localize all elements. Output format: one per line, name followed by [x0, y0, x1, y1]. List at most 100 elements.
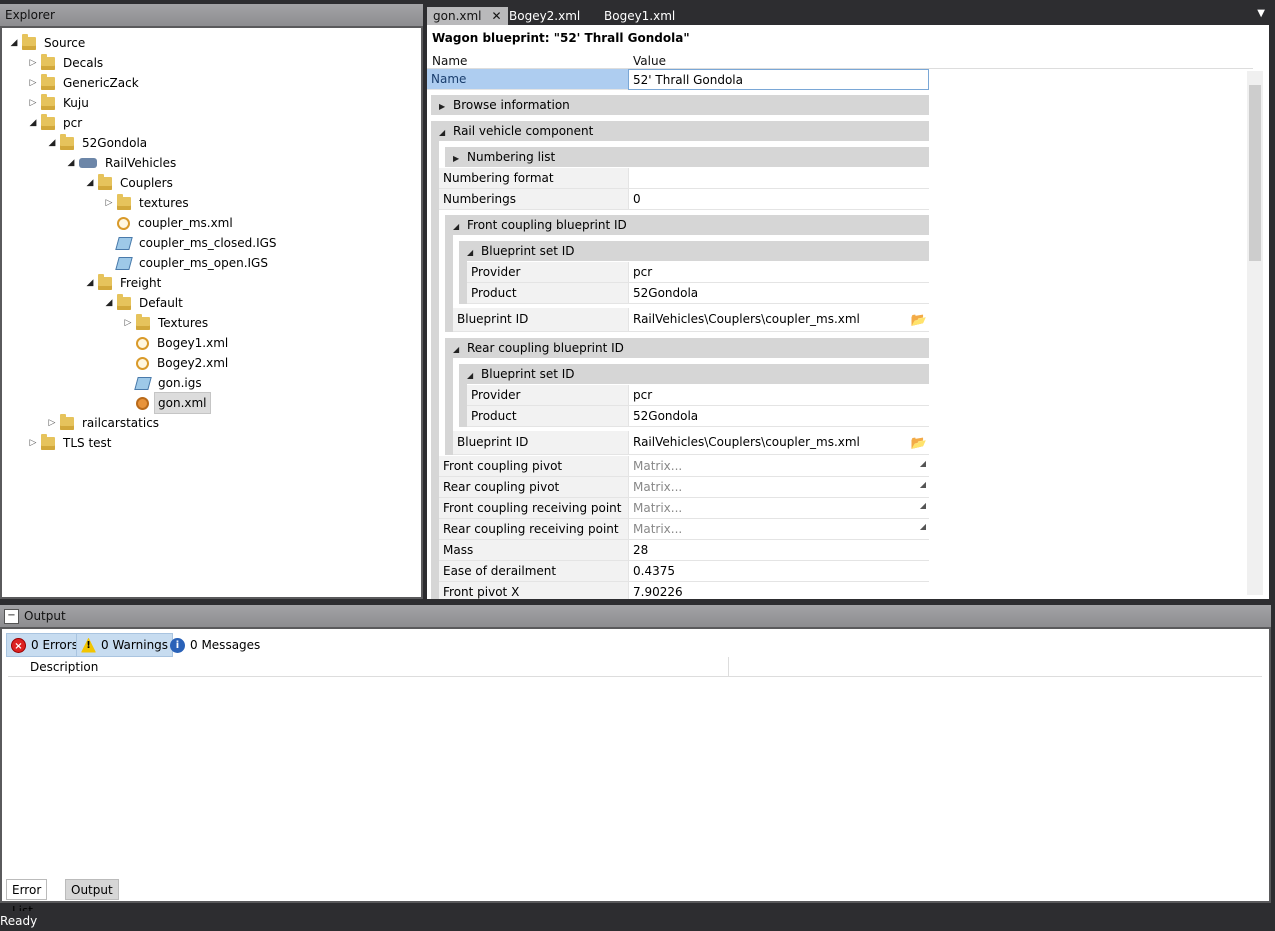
expanded-arrow-icon[interactable]: ◢: [103, 293, 115, 313]
folder-open-icon[interactable]: 📂: [911, 432, 927, 455]
tree-item-coupler-ms-open[interactable]: coupler_ms_open.IGS: [103, 253, 271, 273]
tree-item-bogey1[interactable]: Bogey1.xml: [122, 333, 231, 353]
property-row-blueprint-id-rear[interactable]: Blueprint ID RailVehicles\Couplers\coupl…: [427, 431, 929, 455]
warnings-filter-button[interactable]: ! 0 Warnings: [76, 633, 174, 657]
category-blueprint-set-id-rear[interactable]: ◢ Blueprint set ID: [459, 364, 929, 384]
category-rail-vehicle-component[interactable]: ◢ Rail vehicle component: [431, 121, 929, 141]
property-value[interactable]: 52Gondola: [628, 406, 929, 427]
collapsed-arrow-icon[interactable]: ▶: [439, 97, 453, 117]
tab-gon-xml[interactable]: gon.xml ✕: [427, 7, 508, 26]
expanded-arrow-icon[interactable]: ◢: [84, 173, 96, 193]
property-row-name[interactable]: Name 52' Thrall Gondola: [427, 69, 929, 90]
messages-filter-button[interactable]: i 0 Messages: [166, 633, 264, 657]
property-row-blueprint-id[interactable]: Blueprint ID RailVehicles\Couplers\coupl…: [427, 308, 929, 332]
property-value[interactable]: 0: [628, 189, 929, 210]
matrix-value[interactable]: Matrix... ◢: [628, 477, 929, 498]
expanded-arrow-icon[interactable]: ◢: [453, 217, 467, 237]
property-row-provider-rear[interactable]: Provider pcr: [427, 385, 929, 406]
expanded-arrow-icon[interactable]: ◢: [27, 113, 39, 133]
category-front-coupling-blueprint[interactable]: ◢ Front coupling blueprint ID: [445, 215, 929, 235]
name-input[interactable]: 52' Thrall Gondola: [628, 69, 929, 90]
property-value[interactable]: RailVehicles\Couplers\coupler_ms.xml 📂: [628, 431, 929, 455]
property-row-product-rear[interactable]: Product 52Gondola: [427, 406, 929, 427]
matrix-value[interactable]: Matrix... ◢: [628, 519, 929, 540]
property-row-numbering-format[interactable]: Numbering format: [427, 168, 929, 189]
category-rear-coupling-blueprint[interactable]: ◢ Rear coupling blueprint ID: [445, 338, 929, 358]
property-value[interactable]: 0.4375: [628, 561, 929, 582]
property-row-rear-coupling-pivot[interactable]: Rear coupling pivot Matrix... ◢: [427, 477, 929, 498]
property-value[interactable]: pcr: [628, 262, 929, 283]
minimize-icon[interactable]: −: [4, 609, 19, 624]
property-row-mass[interactable]: Mass 28: [427, 540, 929, 561]
tree-item-gon-igs[interactable]: gon.igs: [122, 373, 205, 393]
property-row-front-receiving-point[interactable]: Front coupling receiving point Matrix...…: [427, 498, 929, 519]
expanded-arrow-icon[interactable]: ◢: [467, 243, 481, 263]
tree-item-bogey2[interactable]: Bogey2.xml: [122, 353, 231, 373]
tab-error-list[interactable]: Error List: [6, 879, 48, 918]
tree-item-freight[interactable]: ◢ Freight: [84, 273, 164, 293]
tab-output[interactable]: Output: [65, 879, 119, 900]
expanded-arrow-icon[interactable]: ◢: [65, 153, 77, 173]
tree-item-source[interactable]: ◢ Source: [8, 33, 88, 53]
tree-item-textures-2[interactable]: ▷ Textures: [122, 313, 211, 333]
category-numbering-list[interactable]: ▶ Numbering list: [445, 147, 929, 167]
collapsed-arrow-icon[interactable]: ▶: [453, 149, 467, 169]
collapsed-arrow-icon[interactable]: ▷: [27, 433, 39, 453]
tree-item-decals[interactable]: ▷ Decals: [27, 53, 106, 73]
tree-item-coupler-ms-xml[interactable]: coupler_ms.xml: [103, 213, 236, 233]
vertical-scrollbar[interactable]: [1247, 71, 1263, 595]
tree-item-52gondola[interactable]: ◢ 52Gondola: [46, 133, 150, 153]
tab-bogey1-xml[interactable]: Bogey1.xml: [598, 7, 681, 26]
category-browse-information[interactable]: ▶ Browse information: [431, 95, 929, 115]
expanded-arrow-icon[interactable]: ◢: [467, 366, 481, 386]
expanded-arrow-icon[interactable]: ◢: [453, 340, 467, 360]
collapsed-arrow-icon[interactable]: ▷: [27, 93, 39, 113]
property-value[interactable]: pcr: [628, 385, 929, 406]
matrix-value[interactable]: Matrix... ◢: [628, 498, 929, 519]
tab-dropdown-icon[interactable]: ▼: [1257, 8, 1265, 19]
property-row-ease-of-derailment[interactable]: Ease of derailment 0.4375: [427, 561, 929, 582]
expanded-arrow-icon[interactable]: ◢: [84, 273, 96, 293]
property-row-rear-receiving-point[interactable]: Rear coupling receiving point Matrix... ◢: [427, 519, 929, 540]
collapsed-arrow-icon[interactable]: ▷: [46, 413, 58, 433]
tree-item-couplers[interactable]: ◢ Couplers: [84, 173, 176, 193]
expand-corner-icon[interactable]: ◢: [920, 475, 926, 495]
expanded-arrow-icon[interactable]: ◢: [439, 123, 453, 143]
tree-item-kuju[interactable]: ▷ Kuju: [27, 93, 92, 113]
tree-item-railvehicles[interactable]: ◢ RailVehicles: [65, 153, 179, 173]
matrix-value[interactable]: Matrix... ◢: [628, 456, 929, 477]
property-value[interactable]: 52Gondola: [628, 283, 929, 304]
property-value[interactable]: RailVehicles\Couplers\coupler_ms.xml 📂: [628, 308, 929, 332]
folder-open-icon[interactable]: 📂: [911, 309, 927, 332]
collapsed-arrow-icon[interactable]: ▷: [103, 193, 115, 213]
collapsed-arrow-icon[interactable]: ▷: [27, 73, 39, 93]
expanded-arrow-icon[interactable]: ◢: [8, 33, 20, 53]
expand-corner-icon[interactable]: ◢: [920, 454, 926, 474]
tree-item-gon-xml[interactable]: gon.xml: [122, 392, 211, 414]
tree-item-railcarstatics[interactable]: ▷ railcarstatics: [46, 413, 162, 433]
tree-item-pcr[interactable]: ◢ pcr: [27, 113, 85, 133]
tree-item-genericzack[interactable]: ▷ GenericZack: [27, 73, 142, 93]
expand-corner-icon[interactable]: ◢: [920, 517, 926, 537]
property-row-product[interactable]: Product 52Gondola: [427, 283, 929, 304]
tree-item-tls-test[interactable]: ▷ TLS test: [27, 433, 115, 453]
property-row-front-pivot-x[interactable]: Front pivot X 7.90226: [427, 582, 929, 599]
property-value[interactable]: 7.90226: [628, 582, 929, 599]
property-row-numberings[interactable]: Numberings 0: [427, 189, 929, 210]
collapsed-arrow-icon[interactable]: ▷: [27, 53, 39, 73]
tree-item-textures[interactable]: ▷ textures: [103, 193, 192, 213]
expanded-arrow-icon[interactable]: ◢: [46, 133, 58, 153]
tree-item-default[interactable]: ◢ Default: [103, 293, 186, 313]
description-column-header[interactable]: Description: [8, 657, 1262, 677]
tree-item-coupler-ms-closed[interactable]: coupler_ms_closed.IGS: [103, 233, 280, 253]
property-row-front-coupling-pivot[interactable]: Front coupling pivot Matrix... ◢: [427, 456, 929, 477]
collapsed-arrow-icon[interactable]: ▷: [122, 313, 134, 333]
property-value[interactable]: 28: [628, 540, 929, 561]
property-row-provider[interactable]: Provider pcr: [427, 262, 929, 283]
property-value[interactable]: [628, 168, 929, 189]
close-icon[interactable]: ✕: [492, 9, 502, 23]
category-blueprint-set-id[interactable]: ◢ Blueprint set ID: [459, 241, 929, 261]
scrollbar-thumb[interactable]: [1249, 85, 1261, 261]
tab-bogey2-xml[interactable]: Bogey2.xml: [503, 7, 586, 26]
expand-corner-icon[interactable]: ◢: [920, 496, 926, 516]
